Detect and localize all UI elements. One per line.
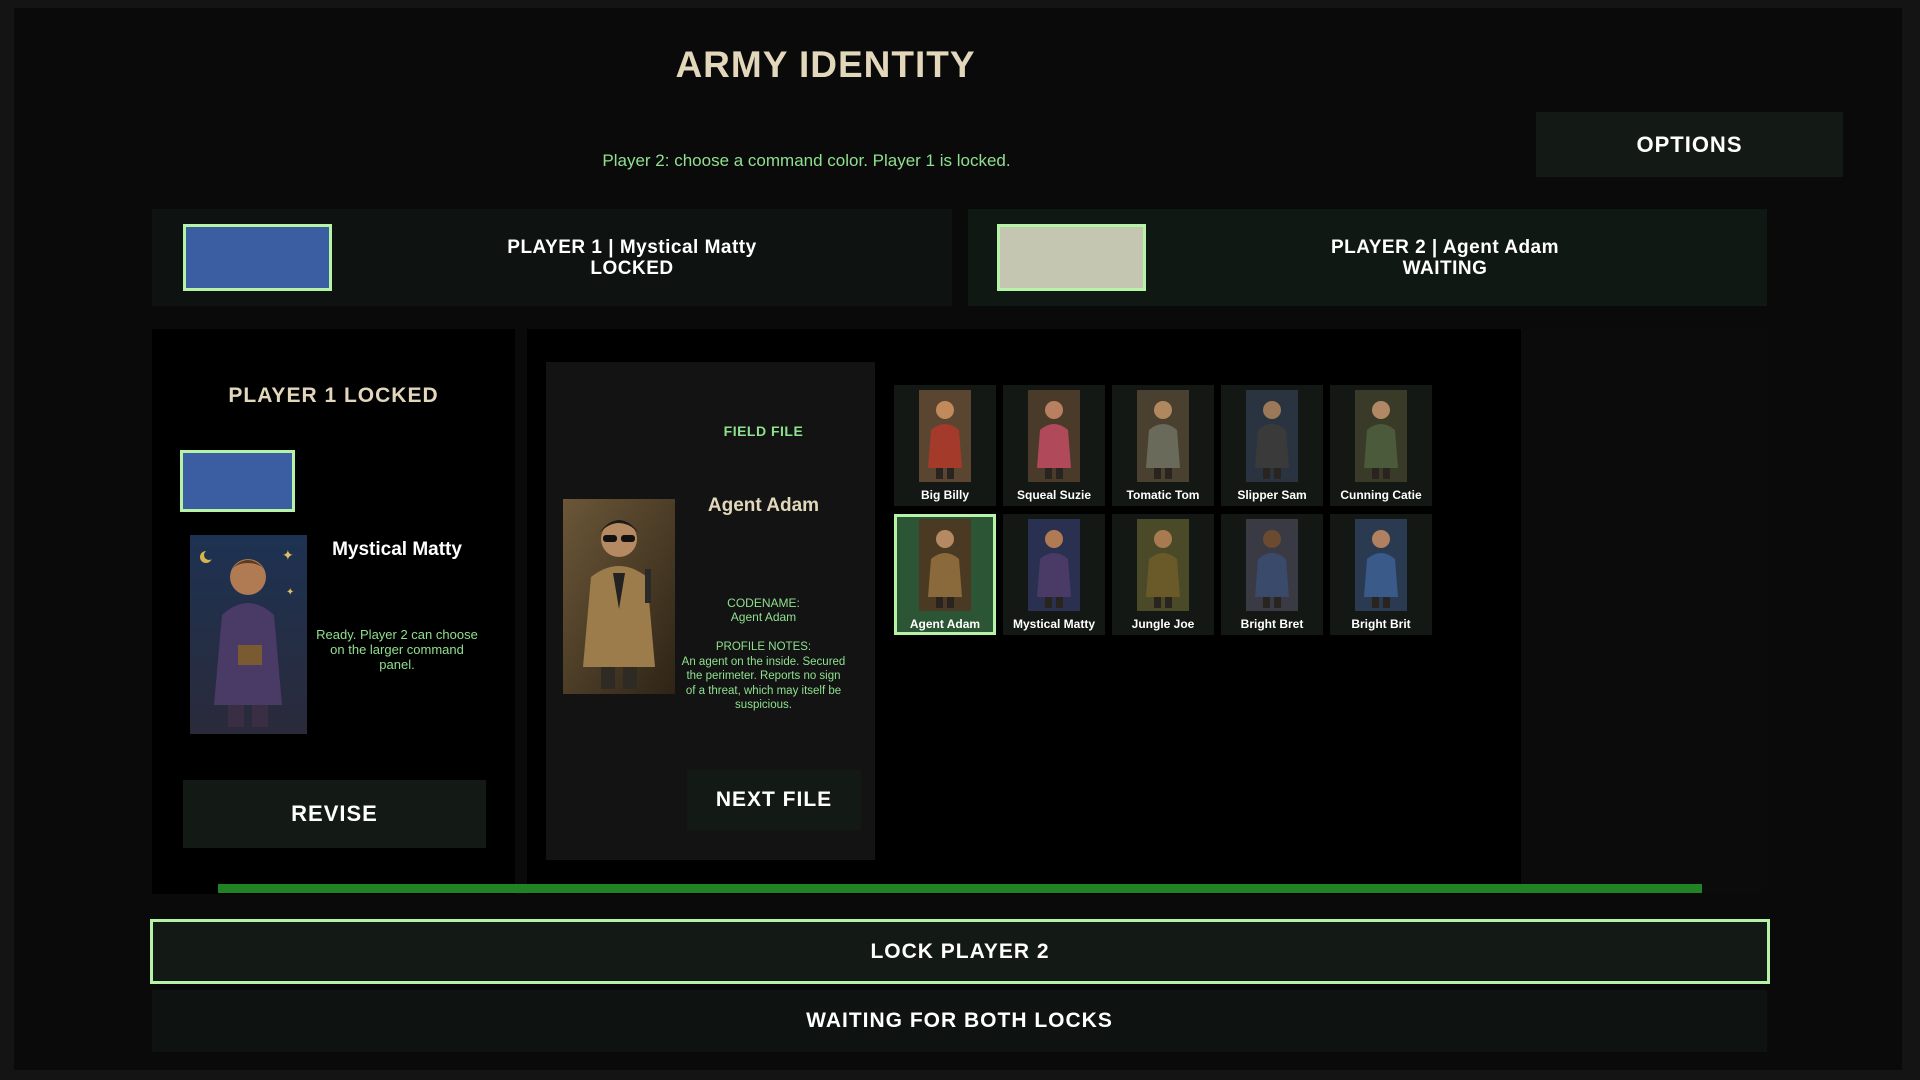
lock-player2-button[interactable]: LOCK PLAYER 2 bbox=[150, 919, 1770, 984]
roster-tile-name: Agent Adam bbox=[909, 617, 981, 631]
options-button[interactable]: OPTIONS bbox=[1536, 112, 1843, 177]
field-file-codename: CODENAME: Agent Adam bbox=[681, 596, 846, 624]
roster-tile[interactable]: Mystical Matty bbox=[1003, 514, 1105, 635]
player1-panel-swatch bbox=[180, 450, 295, 512]
roster-tile[interactable]: Big Billy bbox=[894, 385, 996, 506]
right-spacer-panel bbox=[1521, 329, 1767, 894]
player1-status-text: PLAYER 1 | Mystical Matty LOCKED bbox=[462, 237, 802, 279]
codename-value: Agent Adam bbox=[730, 610, 797, 624]
field-file-card: FIELD FILE Agent Adam CODENAME: Agent Ad… bbox=[546, 362, 875, 860]
character-portrait bbox=[919, 390, 971, 482]
roster-tile-name: Slipper Sam bbox=[1237, 488, 1307, 502]
player1-panel: PLAYER 1 LOCKED ✦ ✦ Mystical Matty Ready… bbox=[152, 329, 515, 894]
player1-portrait: ✦ ✦ bbox=[190, 535, 307, 734]
field-file-portrait bbox=[563, 499, 675, 694]
roster-tile[interactable]: Slipper Sam bbox=[1221, 385, 1323, 506]
roster-tile-name: Bright Brit bbox=[1351, 617, 1411, 631]
game-screen: ARMY IDENTITY Player 2: choose a command… bbox=[14, 8, 1902, 1070]
roster-tile[interactable]: Squeal Suzie bbox=[1003, 385, 1105, 506]
field-file-notes: PROFILE NOTES: An agent on the inside. S… bbox=[681, 640, 846, 713]
character-portrait bbox=[1355, 390, 1407, 482]
character-portrait bbox=[1246, 519, 1298, 611]
player1-ready-note: Ready. Player 2 can choose on the larger… bbox=[316, 627, 478, 672]
roster-tile[interactable]: Agent Adam bbox=[894, 514, 996, 635]
revise-button[interactable]: REVISE bbox=[183, 780, 486, 848]
roster-tile[interactable]: Tomatic Tom bbox=[1112, 385, 1214, 506]
player2-status-bar: PLAYER 2 | Agent Adam WAITING bbox=[968, 209, 1767, 306]
player2-bar-state: WAITING bbox=[1402, 258, 1488, 279]
character-portrait bbox=[1355, 519, 1407, 611]
character-portrait bbox=[1137, 519, 1189, 611]
player1-color-swatch bbox=[183, 224, 332, 291]
codename-label: CODENAME: bbox=[727, 596, 800, 610]
roster-tile-name: Mystical Matty bbox=[1012, 617, 1096, 631]
roster-tile-name: Bright Bret bbox=[1240, 617, 1304, 631]
roster-tile[interactable]: Cunning Catie bbox=[1330, 385, 1432, 506]
character-portrait bbox=[1028, 390, 1080, 482]
profile-notes-label: PROFILE NOTES: bbox=[715, 641, 812, 653]
instruction-text: Player 2: choose a command color. Player… bbox=[602, 151, 1011, 170]
player1-panel-heading: PLAYER 1 LOCKED bbox=[228, 384, 439, 407]
roster-tile[interactable]: Bright Brit bbox=[1330, 514, 1432, 635]
next-file-button[interactable]: NEXT FILE bbox=[687, 770, 861, 830]
roster-tile-name: Squeal Suzie bbox=[1016, 488, 1092, 502]
character-portrait bbox=[1246, 390, 1298, 482]
player2-status-text: PLAYER 2 | Agent Adam WAITING bbox=[1275, 237, 1615, 279]
character-portrait bbox=[919, 519, 971, 611]
player1-bar-state: LOCKED bbox=[590, 258, 674, 279]
field-file-name: Agent Adam bbox=[707, 495, 820, 516]
player2-bar-name: PLAYER 2 | Agent Adam bbox=[1330, 237, 1560, 258]
player1-status-bar: PLAYER 1 | Mystical Matty LOCKED bbox=[152, 209, 952, 306]
player1-bar-name: PLAYER 1 | Mystical Matty bbox=[507, 237, 757, 258]
character-portrait bbox=[1028, 519, 1080, 611]
player2-color-swatch[interactable] bbox=[997, 224, 1146, 291]
character-roster: Big Billy Squeal Suzie Tomatic Tom Slipper … bbox=[894, 385, 1434, 635]
lock-status-bar: WAITING FOR BOTH LOCKS bbox=[152, 990, 1767, 1052]
profile-notes-text: An agent on the inside. Secured the peri… bbox=[681, 655, 846, 712]
roster-tile-name: Big Billy bbox=[920, 488, 969, 502]
lock-progress-bar bbox=[218, 884, 1702, 893]
command-panel: FIELD FILE Agent Adam CODENAME: Agent Ad… bbox=[527, 329, 1521, 894]
svg-text:✦: ✦ bbox=[282, 547, 294, 563]
field-file-label: FIELD FILE bbox=[723, 423, 804, 439]
roster-tile[interactable]: Bright Bret bbox=[1221, 514, 1323, 635]
svg-text:✦: ✦ bbox=[286, 587, 294, 598]
roster-tile-name: Tomatic Tom bbox=[1126, 488, 1200, 502]
player1-character-name: Mystical Matty bbox=[332, 539, 462, 560]
character-portrait bbox=[1137, 390, 1189, 482]
roster-tile-name: Jungle Joe bbox=[1131, 617, 1195, 631]
roster-tile-name: Cunning Catie bbox=[1340, 488, 1422, 502]
roster-tile[interactable]: Jungle Joe bbox=[1112, 514, 1214, 635]
page-title: ARMY IDENTITY bbox=[675, 44, 976, 85]
